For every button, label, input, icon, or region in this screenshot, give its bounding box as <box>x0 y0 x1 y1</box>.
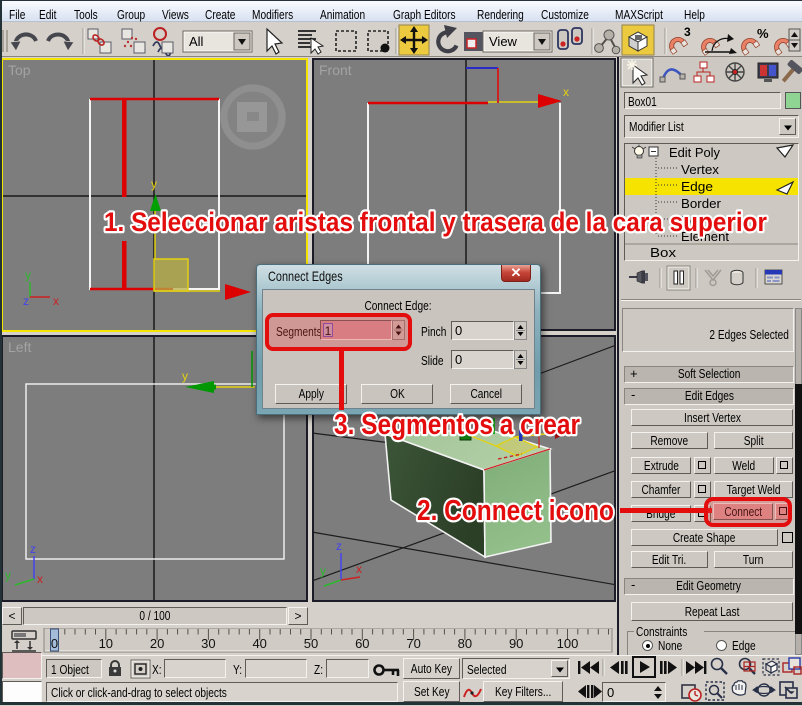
svg-text:60: 60 <box>355 636 369 651</box>
svg-text:x: x <box>37 572 43 586</box>
svg-text:z: z <box>30 542 36 556</box>
svg-text:50: 50 <box>304 636 318 651</box>
svg-text:z: z <box>23 294 29 308</box>
svg-text:y: y <box>320 564 326 578</box>
svg-text:z: z <box>336 539 342 553</box>
svg-text:Edit Poly: Edit Poly <box>669 145 720 160</box>
svg-text:x: x <box>356 562 362 576</box>
svg-text:x: x <box>563 85 569 99</box>
svg-text:%: % <box>757 26 769 41</box>
svg-text:70: 70 <box>406 636 420 651</box>
svg-text:30: 30 <box>201 636 215 651</box>
svg-text:40: 40 <box>252 636 266 651</box>
svg-text:y: y <box>182 369 188 383</box>
svg-text:y: y <box>25 268 31 282</box>
svg-text:90: 90 <box>509 636 523 651</box>
svg-text:10: 10 <box>99 636 113 651</box>
svg-text:Polygon: Polygon <box>681 213 729 228</box>
svg-text:80: 80 <box>458 636 472 651</box>
svg-text:Edge: Edge <box>681 179 713 194</box>
svg-text:x: x <box>53 294 59 308</box>
svg-text:3: 3 <box>684 25 691 39</box>
svg-text:All: All <box>189 34 204 49</box>
svg-text:Vertex: Vertex <box>681 162 720 177</box>
svg-text:0: 0 <box>51 636 58 651</box>
svg-text:Element: Element <box>681 229 729 244</box>
svg-text:y: y <box>151 177 157 191</box>
svg-text:y: y <box>5 568 11 582</box>
svg-text:Box: Box <box>650 245 677 260</box>
svg-text:View: View <box>489 34 518 49</box>
svg-text:100: 100 <box>557 636 579 651</box>
svg-text:20: 20 <box>150 636 164 651</box>
svg-text:Border: Border <box>681 196 722 211</box>
